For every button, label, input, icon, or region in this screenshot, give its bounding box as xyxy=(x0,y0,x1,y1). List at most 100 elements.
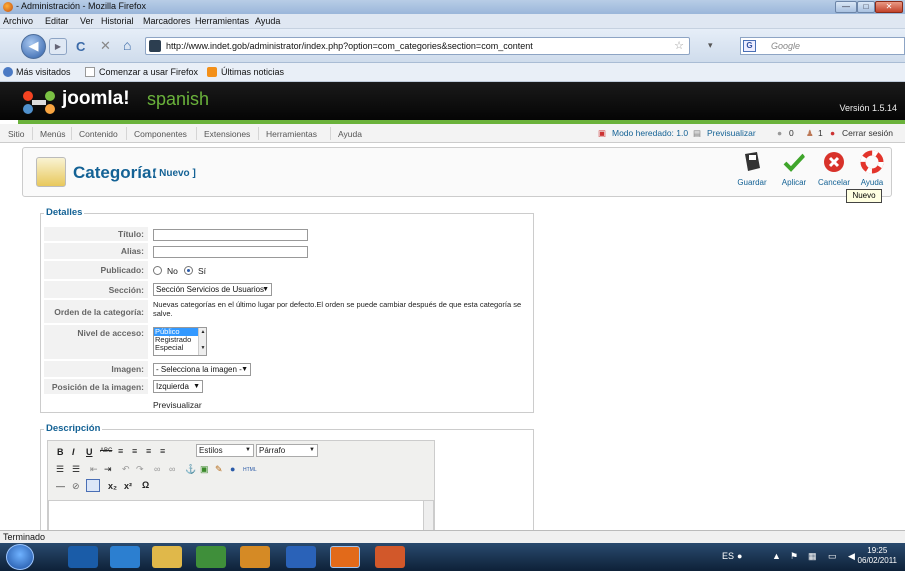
editor-scrollbar[interactable] xyxy=(423,501,433,533)
alias-input[interactable] xyxy=(153,246,308,258)
outdent-icon[interactable]: ⇤ xyxy=(90,464,98,475)
menu-editar[interactable]: Editar xyxy=(45,16,69,26)
indent-icon[interactable]: ⇥ xyxy=(104,464,112,475)
chevron-down-icon: ▼ xyxy=(262,286,269,293)
show-hidden-icons-icon[interactable]: ▲ xyxy=(772,551,781,561)
unlink-icon[interactable]: ∞ xyxy=(169,464,175,474)
reload-button[interactable]: C xyxy=(76,39,85,54)
app-taskbar-icon[interactable] xyxy=(196,546,226,568)
remove-format-icon[interactable]: ⊘ xyxy=(72,481,80,492)
minimize-button[interactable]: — xyxy=(835,1,857,13)
close-window-button[interactable]: ✕ xyxy=(875,1,903,13)
titulo-input[interactable] xyxy=(153,229,308,241)
battery-tray-icon[interactable]: ▭ xyxy=(828,551,837,562)
admin-menu-sitio[interactable]: Sitio xyxy=(8,129,25,139)
bullet-list-icon[interactable]: ☰ xyxy=(56,464,64,475)
bookmark-mas-visitados[interactable]: Más visitados xyxy=(16,67,71,77)
word-taskbar-icon[interactable] xyxy=(286,546,316,568)
menu-herramientas[interactable]: Herramientas xyxy=(195,16,249,26)
horizontal-rule-icon[interactable]: — xyxy=(56,481,65,491)
firefox-taskbar-icon[interactable] xyxy=(330,546,360,568)
subscript-icon[interactable]: x₂ xyxy=(108,481,117,491)
bookmark-comenzar-firefox[interactable]: Comenzar a usar Firefox xyxy=(99,67,198,77)
stop-button[interactable]: ✕ xyxy=(100,38,111,54)
admin-menu-menus[interactable]: Menús xyxy=(40,129,66,139)
media-player-taskbar-icon[interactable] xyxy=(68,546,98,568)
apply-button[interactable]: Aplicar xyxy=(777,150,811,187)
link-icon[interactable]: ∞ xyxy=(154,464,160,474)
listbox-scrollbar[interactable]: ▲ ▼ xyxy=(198,328,206,355)
forward-button[interactable]: ▶ xyxy=(49,38,67,55)
firefox-icon xyxy=(3,2,13,12)
search-box[interactable]: G Google xyxy=(740,37,905,55)
file-explorer-taskbar-icon[interactable] xyxy=(152,546,182,568)
image-icon[interactable]: ▣ xyxy=(200,464,209,475)
editor-content-area[interactable] xyxy=(48,500,434,533)
internet-explorer-taskbar-icon[interactable] xyxy=(110,546,140,568)
help-circle-icon[interactable]: ● xyxy=(230,464,235,474)
format-select[interactable]: Párrafo ▼ xyxy=(256,444,318,457)
posicion-select[interactable]: Izquierda ▼ xyxy=(153,380,203,393)
styles-select[interactable]: Estilos ▼ xyxy=(196,444,254,457)
url-bar[interactable]: http://www.indet.gob/administrator/index… xyxy=(145,37,690,55)
align-center-icon[interactable]: ≡ xyxy=(132,446,137,456)
redo-icon[interactable]: ↷ xyxy=(136,464,144,475)
admin-menu-contenido[interactable]: Contenido xyxy=(79,129,118,139)
bookmark-ultimas-noticias[interactable]: Últimas noticias xyxy=(221,67,284,77)
help-button[interactable]: Ayuda xyxy=(855,150,889,187)
google-search-engine-icon[interactable]: G xyxy=(743,40,756,52)
status-bar: Terminado xyxy=(0,530,905,543)
star-bookmark-icon[interactable]: ☆ xyxy=(674,39,684,52)
menu-ayuda[interactable]: Ayuda xyxy=(255,16,280,26)
align-justify-icon[interactable]: ≡ xyxy=(160,446,165,456)
admin-menu-herramientas[interactable]: Herramientas xyxy=(266,129,317,139)
admin-menu-ayuda[interactable]: Ayuda xyxy=(338,129,362,139)
flag-tray-icon[interactable]: ⚑ xyxy=(790,551,798,562)
publicado-si-radio[interactable] xyxy=(184,266,193,275)
urlbar-dropdown-icon[interactable]: ▾ xyxy=(708,40,713,51)
access-level-listbox[interactable]: Público Registrado Especial ▲ ▼ xyxy=(153,327,207,356)
save-button[interactable]: Guardar xyxy=(735,150,769,187)
app-taskbar-icon[interactable] xyxy=(375,546,405,568)
app-taskbar-icon[interactable] xyxy=(240,546,270,568)
logout-icon: ● xyxy=(830,128,836,138)
help-tray-icon[interactable]: ● xyxy=(737,551,742,561)
seccion-select[interactable]: Sección Servicios de Usuarios ▼ xyxy=(153,283,272,296)
users-count: 1 xyxy=(818,128,823,138)
menu-historial[interactable]: Historial xyxy=(101,16,134,26)
volume-tray-icon[interactable]: ◀ xyxy=(848,551,855,562)
superscript-icon[interactable]: x² xyxy=(124,481,132,491)
menu-ver[interactable]: Ver xyxy=(80,16,94,26)
home-button[interactable]: ⌂ xyxy=(123,37,131,53)
visual-aid-icon[interactable] xyxy=(86,479,100,492)
format-select-value: Párrafo xyxy=(259,446,286,455)
cleanup-icon[interactable]: ✎ xyxy=(215,464,223,475)
start-button[interactable] xyxy=(6,544,34,570)
admin-menu-componentes[interactable]: Componentes xyxy=(134,129,187,139)
network-tray-icon[interactable]: ▦ xyxy=(808,551,817,562)
underline-icon[interactable]: U xyxy=(86,447,93,457)
menu-marcadores[interactable]: Marcadores xyxy=(143,16,191,26)
preview-link[interactable]: Previsualizar xyxy=(707,128,756,138)
logout-link[interactable]: Cerrar sesión xyxy=(842,128,893,138)
clock[interactable]: 19:25 06/02/2011 xyxy=(858,546,897,566)
menu-archivo[interactable]: Archivo xyxy=(3,16,33,26)
publicado-no-label: No xyxy=(167,266,178,276)
language-indicator[interactable]: ES xyxy=(722,551,734,561)
back-button[interactable]: ◀ xyxy=(21,34,46,59)
cancel-button[interactable]: Cancelar xyxy=(817,150,851,187)
undo-icon[interactable]: ↶ xyxy=(122,464,130,475)
admin-menu-extensiones[interactable]: Extensiones xyxy=(204,129,250,139)
numbered-list-icon[interactable]: ☰ xyxy=(72,464,80,475)
html-icon[interactable]: HTML xyxy=(243,467,257,473)
strikethrough-icon[interactable]: ABC xyxy=(100,448,112,454)
italic-icon[interactable]: I xyxy=(72,447,75,457)
imagen-select[interactable]: - Selecciona la imagen - ▼ xyxy=(153,363,251,376)
special-chars-icon[interactable]: Ω xyxy=(142,480,149,490)
maximize-button[interactable]: □ xyxy=(857,1,875,13)
anchor-icon[interactable]: ⚓ xyxy=(185,464,196,475)
bold-icon[interactable]: B xyxy=(57,447,64,457)
align-right-icon[interactable]: ≡ xyxy=(146,446,151,456)
align-left-icon[interactable]: ≡ xyxy=(118,446,123,456)
publicado-no-radio[interactable] xyxy=(153,266,162,275)
